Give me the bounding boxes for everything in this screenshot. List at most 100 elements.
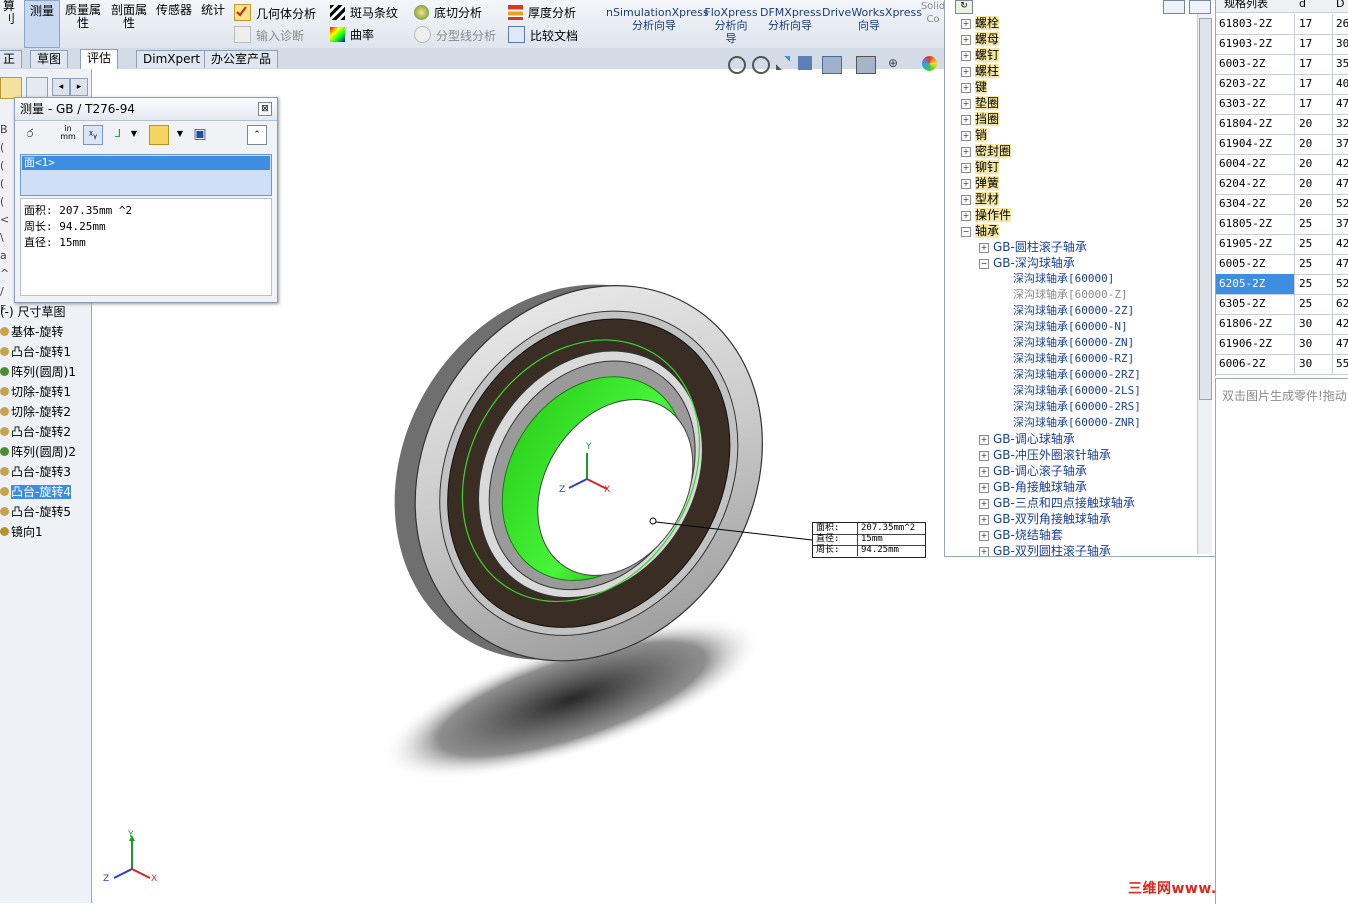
expand-node-icon[interactable]: + <box>979 531 989 541</box>
expand-node-icon[interactable]: + <box>979 451 989 461</box>
xyz-measure-icon[interactable]: ᵡᵧ <box>83 125 103 145</box>
library-tree-item[interactable]: + GB-烧结轴套 <box>979 527 1063 543</box>
previous-view-icon[interactable] <box>776 56 790 70</box>
selection-item[interactable]: 面<1> <box>22 156 270 170</box>
feature-tree-item[interactable]: 凸台-旋转3 <box>0 463 71 481</box>
library-tree-item[interactable]: + GB-三点和四点接触球轴承 <box>979 495 1135 511</box>
feature-tree-item[interactable]: (-) 尺寸草图 <box>0 303 66 321</box>
feature-tree-item[interactable]: 切除-旋转1 <box>0 383 71 401</box>
library-tree-item[interactable]: 深沟球轴承[60000-2RZ] <box>1013 367 1141 383</box>
expand-node-icon[interactable]: + <box>979 435 989 445</box>
library-tree-item[interactable]: − GB-深沟球轴承 <box>979 255 1075 271</box>
expand-node-icon[interactable]: + <box>979 515 989 525</box>
spec-table-row[interactable]: 61903-2Z 17 30 <box>1216 34 1348 55</box>
parting-line-analysis-button[interactable]: 分型线分析 <box>414 26 496 44</box>
spec-table-row[interactable]: 61905-2Z 25 42 <box>1216 234 1348 255</box>
statistics-button[interactable]: 统计 <box>198 4 228 17</box>
spec-table-row[interactable]: 6303-2Z 17 47 <box>1216 94 1348 115</box>
expand-node-icon[interactable]: + <box>961 147 971 157</box>
search-config-icon[interactable] <box>1189 0 1211 14</box>
library-tree-item[interactable]: 深沟球轴承[60000-2RS] <box>1013 399 1141 415</box>
library-tree-item[interactable]: + GB-调心球轴承 <box>979 431 1075 447</box>
sensor-button[interactable]: 传感器 <box>154 4 194 17</box>
zebra-stripes-button[interactable]: 斑马条纹 <box>330 4 398 22</box>
library-tree-item[interactable]: + 键 <box>961 79 988 95</box>
feature-tree-item[interactable]: 切除-旋转2 <box>0 403 71 421</box>
curvature-button[interactable]: 曲率 <box>330 26 374 44</box>
library-tree-item[interactable]: + 弹簧 <box>961 175 1000 191</box>
feature-tree-item[interactable]: 基体-旋转 <box>0 323 63 341</box>
thickness-analysis-button[interactable]: 厚度分析 <box>508 4 576 22</box>
library-tree-item[interactable]: + 垫圈 <box>961 95 1000 111</box>
floxpress-button[interactable]: FloXpress 分析向 导 <box>704 6 758 45</box>
expand-node-icon[interactable]: + <box>979 547 989 556</box>
expand-node-icon[interactable]: + <box>961 67 971 77</box>
library-tree-item[interactable]: + GB-角接触球轴承 <box>979 479 1087 495</box>
spec-table-row[interactable]: 6205-2Z 25 52 <box>1216 274 1348 295</box>
solidworks-cut-button[interactable]: Solid Co <box>920 0 946 26</box>
library-tree-item[interactable]: + 螺钉 <box>961 47 1000 63</box>
spec-table-row[interactable]: 6204-2Z 20 47 <box>1216 174 1348 195</box>
feature-tree-item[interactable]: 镜向1 <box>0 523 43 541</box>
library-scrollbar[interactable] <box>1197 14 1212 554</box>
library-tree-item[interactable]: 深沟球轴承[60000-2LS] <box>1013 383 1141 399</box>
feature-tree-item[interactable]: 凸台-旋转2 <box>0 423 71 441</box>
library-tree-item[interactable]: 深沟球轴承[60000-ZNR] <box>1013 415 1141 431</box>
close-icon[interactable]: ⊠ <box>258 102 272 116</box>
scroll-left-icon[interactable]: ◂ <box>52 78 70 96</box>
spec-table-row[interactable]: 6005-2Z 25 47 <box>1216 254 1348 275</box>
tab-dimxpert[interactable]: DimXpert <box>136 50 208 68</box>
library-tree-item[interactable]: + 螺柱 <box>961 63 1000 79</box>
coordinate-system-icon[interactable] <box>149 125 169 145</box>
expand-node-icon[interactable]: + <box>961 99 971 109</box>
library-tree-item[interactable]: + GB-冲压外圈滚针轴承 <box>979 447 1111 463</box>
expand-node-icon[interactable]: + <box>961 211 971 221</box>
library-tree-item[interactable]: + GB-调心滚子轴承 <box>979 463 1087 479</box>
spec-table-row[interactable]: 61805-2Z 25 37 <box>1216 214 1348 235</box>
feature-tree-item[interactable]: 凸台-旋转5 <box>0 503 71 521</box>
geometry-analysis-button[interactable]: 几何体分析 <box>234 4 316 22</box>
tab-sketch[interactable]: 草图 <box>30 50 69 68</box>
measure-button[interactable]: 测量 <box>24 0 60 48</box>
section-properties-button[interactable]: 剖面属 性 <box>108 4 150 30</box>
spec-table-row[interactable]: 6003-2Z 17 35 <box>1216 54 1348 75</box>
library-tree-item[interactable]: 深沟球轴承[60000-Z] <box>1013 287 1128 303</box>
preview-area[interactable]: 双击图片生成零件!拖动 <box>1215 378 1348 904</box>
expand-node-icon[interactable]: + <box>961 163 971 173</box>
expand-node-icon[interactable]: + <box>979 243 989 253</box>
library-tree-item[interactable]: + 操作件 <box>961 207 1012 223</box>
library-tree-item[interactable]: 深沟球轴承[60000-RZ] <box>1013 351 1134 367</box>
compare-documents-button[interactable]: 比较文档 <box>508 26 578 44</box>
spec-table-row[interactable]: 6004-2Z 20 42 <box>1216 154 1348 175</box>
spec-table-row[interactable]: 6305-2Z 25 62 <box>1216 294 1348 315</box>
library-tree-item[interactable]: 深沟球轴承[60000-ZN] <box>1013 335 1134 351</box>
expand-node-icon[interactable]: + <box>961 115 971 125</box>
feature-tree-item[interactable]: 阵列(圆周)2 <box>0 443 76 461</box>
expand-node-icon[interactable]: + <box>979 467 989 477</box>
selection-list[interactable]: 面<1> <box>20 154 272 196</box>
library-tree-item[interactable]: + GB-圆柱滚子轴承 <box>979 239 1087 255</box>
feature-tree-item[interactable]: 凸台-旋转4 <box>0 483 71 501</box>
mass-properties-button[interactable]: 质量属 性 <box>62 4 104 30</box>
library-tree-item[interactable]: + 销 <box>961 127 988 143</box>
library-tree-item[interactable]: + 密封圈 <box>961 143 1012 159</box>
collapse-icon[interactable]: ⌃ <box>247 125 267 145</box>
spec-table-row[interactable]: 61904-2Z 20 37 <box>1216 134 1348 155</box>
library-tree-item[interactable]: + GB-双列圆柱滚子轴承 <box>979 543 1111 556</box>
tab-features[interactable]: 正 <box>0 50 23 68</box>
driveworksxpress-button[interactable]: DriveWorksXpress 向导 <box>822 6 922 32</box>
feature-tree-item[interactable]: 阵列(圆周)1 <box>0 363 76 381</box>
library-tree-item[interactable]: − 轴承 <box>961 223 1000 239</box>
simulationxpress-button[interactable]: nSimulationXpress 分析向导 <box>606 6 709 32</box>
import-diagnostics-button[interactable]: 输入诊断 <box>234 26 304 44</box>
spec-table-row[interactable]: 61906-2Z 30 47 <box>1216 334 1348 355</box>
spec-table-row[interactable]: 61803-2Z 17 26 <box>1216 14 1348 35</box>
expand-node-icon[interactable]: + <box>961 83 971 93</box>
ribbon-cut-button[interactable]: 算刂 <box>0 0 18 26</box>
library-tree-item[interactable]: 深沟球轴承[60000-N] <box>1013 319 1128 335</box>
dropdown-arrow-icon[interactable]: ▼ <box>171 125 189 143</box>
spec-table-row[interactable]: 6006-2Z 30 55 <box>1216 354 1348 375</box>
search-icon[interactable] <box>1163 0 1185 14</box>
spec-table-row[interactable]: 6304-2Z 20 52 <box>1216 194 1348 215</box>
expand-node-icon[interactable]: + <box>961 179 971 189</box>
